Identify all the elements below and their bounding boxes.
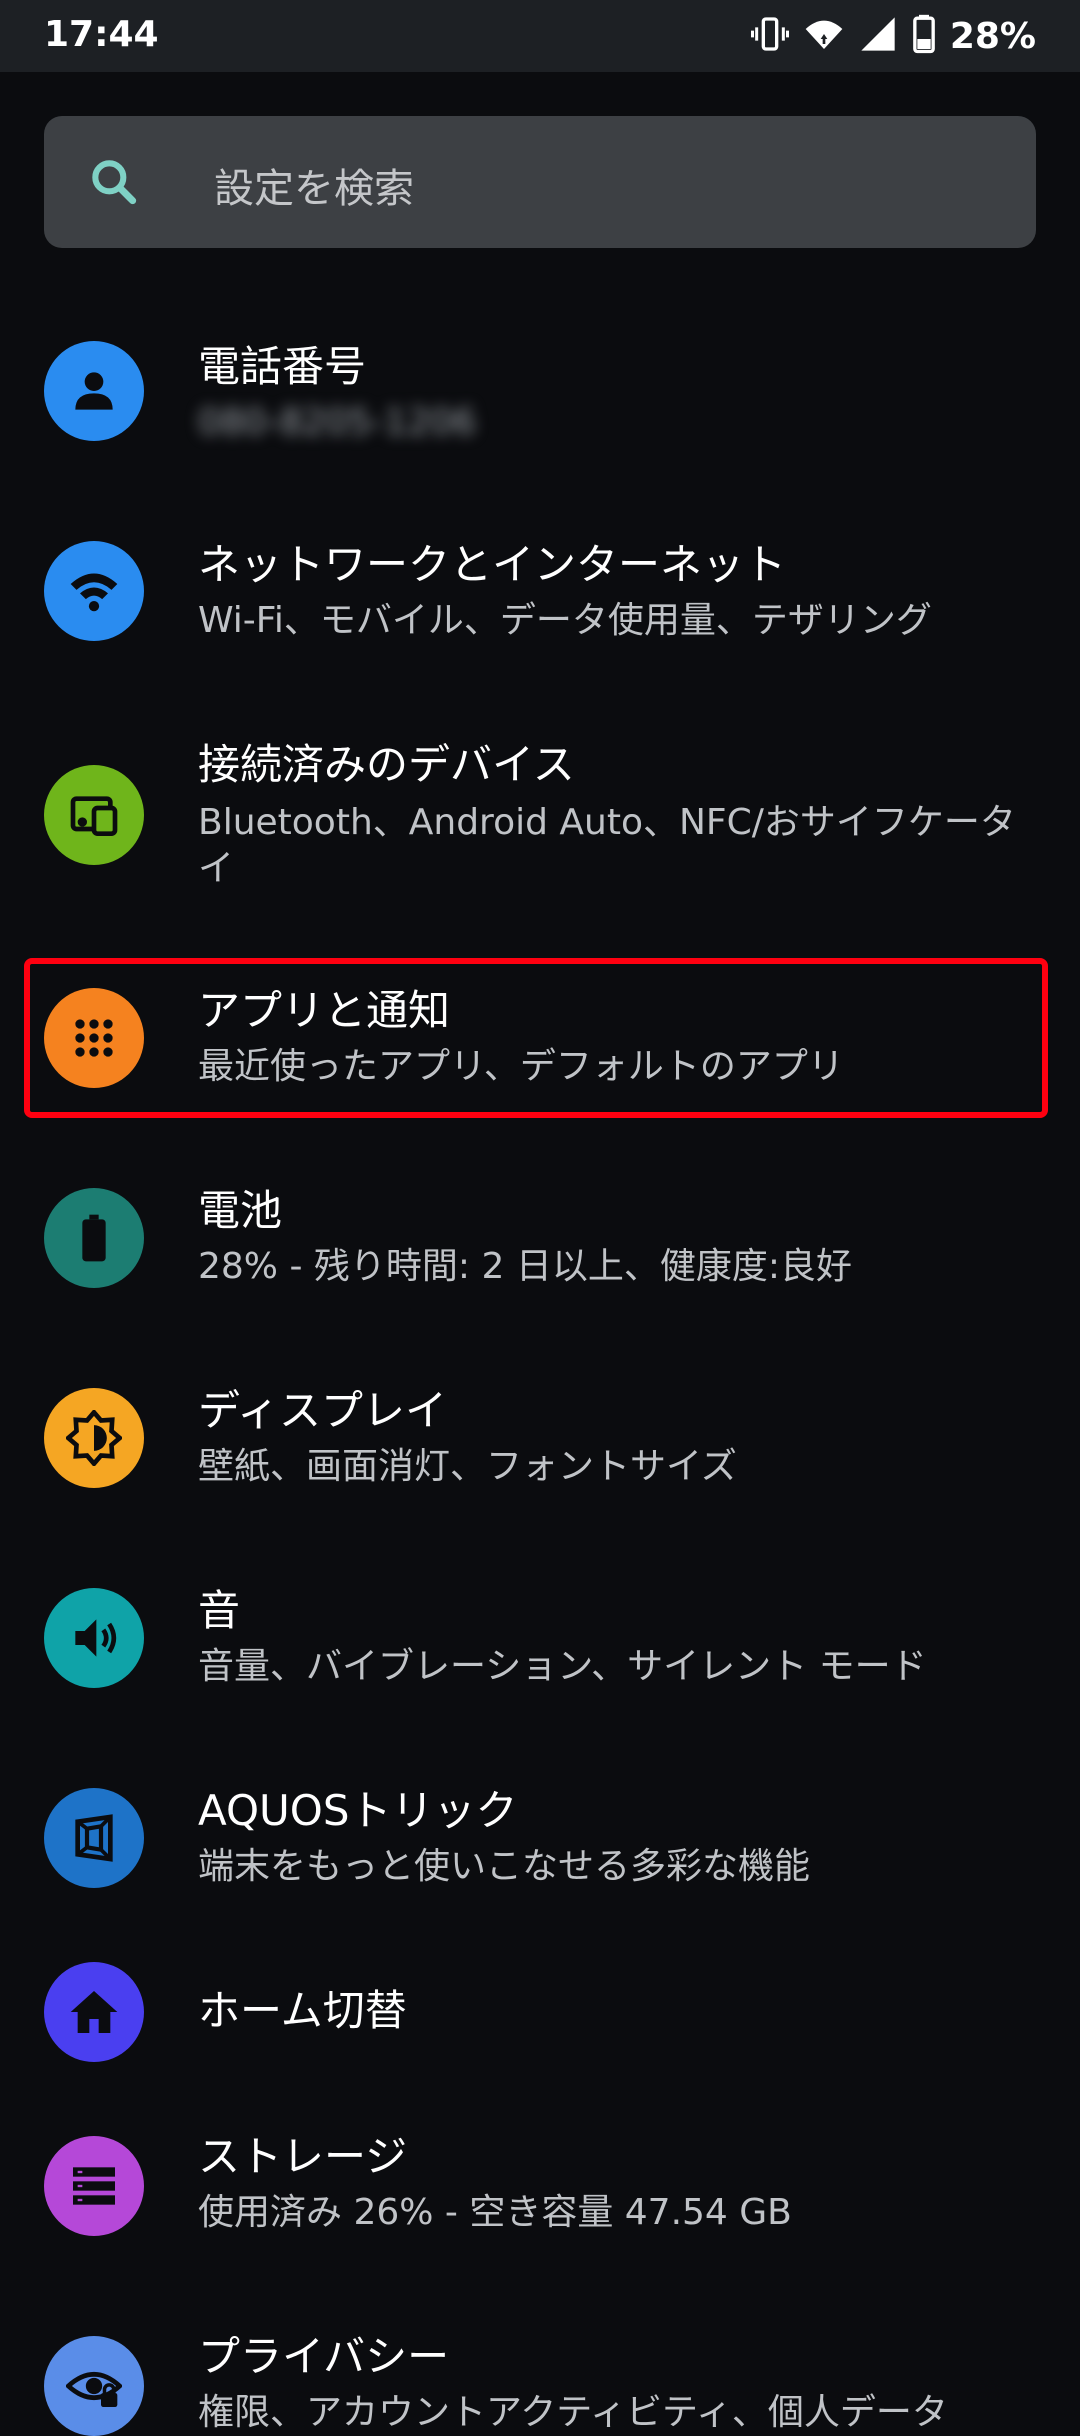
setting-subtitle: Bluetooth、Android Auto、NFC/おサイフケータイ bbox=[198, 802, 1016, 889]
brightness-icon bbox=[44, 1388, 144, 1488]
setting-subtitle: 端末をもっと使いこなせる多彩な機能 bbox=[198, 1846, 811, 1887]
storage-icon bbox=[44, 2136, 144, 2236]
setting-title: プライバシー bbox=[198, 2332, 450, 2381]
setting-subtitle: 使用済み 26% - 空き容量 47.54 GB bbox=[198, 2192, 792, 2233]
setting-subtitle: 権限、アカウントアクティビティ、個人データ bbox=[198, 2392, 948, 2433]
battery-icon bbox=[44, 1188, 144, 1288]
settings-list: 電話番号 080-8205-1206 ネットワークとインターネット Wi-Fi、… bbox=[0, 0, 1080, 2436]
setting-title: AQUOSトリック bbox=[198, 1786, 518, 1835]
setting-title: ホーム切替 bbox=[198, 1986, 407, 2035]
wifi-icon bbox=[44, 541, 144, 641]
home-icon bbox=[44, 1962, 144, 2062]
setting-subtitle: 080-8205-1206 bbox=[198, 402, 476, 443]
setting-title: ネットワークとインターネット bbox=[198, 540, 787, 589]
setting-title: 接続済みのデバイス bbox=[198, 740, 575, 789]
person-icon bbox=[44, 341, 144, 441]
setting-title: ディスプレイ bbox=[198, 1386, 448, 1435]
setting-subtitle: 音量、バイブレーション、サイレント モード bbox=[198, 1646, 927, 1687]
setting-title: 電話番号 bbox=[198, 342, 367, 391]
volume-icon bbox=[44, 1588, 144, 1688]
setting-subtitle: 壁紙、画面消灯、フォントサイズ bbox=[198, 1446, 737, 1487]
setting-subtitle: Wi-Fi、モバイル、データ使用量、テザリング bbox=[198, 600, 932, 641]
setting-title: 音 bbox=[198, 1586, 241, 1635]
setting-subtitle: 28% - 残り時間: 2 日以上、健康度:良好 bbox=[198, 1246, 852, 1287]
setting-title: ストレージ bbox=[198, 2132, 408, 2181]
setting-title: 電池 bbox=[198, 1186, 283, 1235]
highlight-frame bbox=[24, 958, 1048, 1118]
devices-icon bbox=[44, 765, 144, 865]
aquos-trick-icon bbox=[44, 1788, 144, 1888]
privacy-icon bbox=[44, 2336, 144, 2436]
